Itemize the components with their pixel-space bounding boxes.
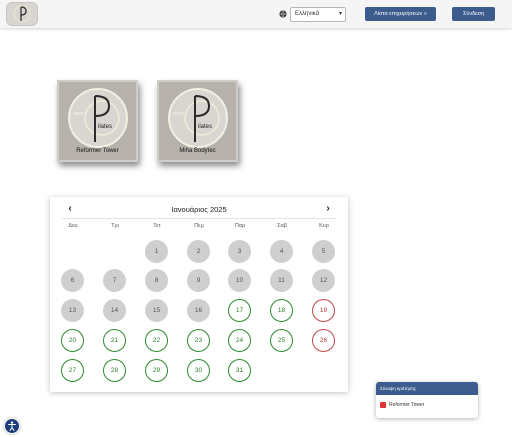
calendar-day: 15 [145, 299, 168, 322]
calendar-day[interactable]: 24 [228, 329, 251, 352]
calendar-day[interactable]: 22 [145, 329, 168, 352]
calendar-icon [380, 402, 386, 408]
chevron-down-icon: ▾ [338, 11, 342, 17]
calendar-day: 11 [270, 269, 293, 292]
calendar-day[interactable]: 21 [103, 329, 126, 352]
top-navbar: Ελληνικά ▾ Λίστα επιχειρήσεων » Σύνδεση [0, 0, 512, 28]
calendar-day: 1 [145, 240, 168, 263]
calendar-month-title: Ιανουάριος 2025 [171, 205, 227, 214]
weekday-label: Δευ [68, 223, 78, 229]
calendar-day[interactable]: 30 [187, 359, 210, 382]
calendar-day: 2 [187, 240, 210, 263]
logo-mark-icon [13, 5, 31, 23]
calendar-day[interactable]: 31 [228, 359, 251, 382]
calendar-day: 6 [61, 269, 84, 292]
calendar-day: 16 [187, 299, 210, 322]
service-label: Miha Bodytec [179, 148, 216, 154]
weekday-row: Δευ Τρι Τετ Πεμ Παρ Σαβ Κυρ [50, 223, 348, 233]
calendar-day: 13 [61, 299, 84, 322]
calendar-day: 7 [103, 269, 126, 292]
booking-summary-item-label: Reformer Tower [389, 402, 425, 408]
calendar-day[interactable]: 20 [61, 329, 84, 352]
language-select[interactable]: Ελληνικά ▾ [290, 7, 346, 22]
calendar-day[interactable]: 18 [270, 299, 293, 322]
weekday-label: Κυρ [319, 223, 329, 229]
svg-text:ilates: ilates [198, 124, 212, 130]
calendar-day: 12 [312, 269, 335, 292]
studio-logo[interactable] [6, 2, 38, 26]
business-list-button[interactable]: Λίστα επιχειρήσεων » [365, 7, 436, 21]
service-label: Reformer Tower [76, 148, 119, 154]
accessibility-icon [8, 421, 16, 431]
calendar-day: 9 [187, 269, 210, 292]
svg-text:ilates: ilates [98, 124, 112, 130]
calendar-day[interactable]: 23 [187, 329, 210, 352]
calendar-day: 19 [312, 299, 335, 322]
calendar-day: 14 [103, 299, 126, 322]
calendar-header: ‹ Ιανουάριος 2025 › [62, 201, 336, 219]
chevron-right-icon[interactable]: › [322, 203, 334, 214]
calendar-day[interactable]: 27 [61, 359, 84, 382]
calendar-day[interactable]: 29 [145, 359, 168, 382]
pilates-logo-image: ance ilates [68, 88, 128, 148]
calendar-day: 3 [228, 240, 251, 263]
booking-summary-panel: Σύνοψη κράτησης Reformer Tower [376, 382, 478, 418]
accessibility-button[interactable] [4, 418, 20, 434]
weekday-label: Σαβ [277, 223, 287, 229]
calendar-day[interactable]: 28 [103, 359, 126, 382]
calendar-day: 8 [145, 269, 168, 292]
booking-calendar: ‹ Ιανουάριος 2025 › Δευ Τρι Τετ Πεμ Παρ Σαβ Κυ… [50, 197, 348, 392]
login-button[interactable]: Σύνδεση [452, 7, 495, 21]
service-card-miha-bodytec[interactable]: ance ilates Miha Bodytec [157, 80, 238, 162]
pilates-logo-image: ance ilates [168, 88, 228, 148]
weekday-label: Πεμ [194, 223, 204, 229]
calendar-day: 4 [270, 240, 293, 263]
weekday-label: Τρι [111, 223, 119, 229]
language-value: Ελληνικά [295, 11, 320, 17]
svg-text:ance: ance [173, 111, 184, 117]
calendar-day[interactable]: 17 [228, 299, 251, 322]
weekday-label: Παρ [234, 223, 246, 229]
booking-summary-item[interactable]: Reformer Tower [380, 402, 424, 408]
weekday-label: Τετ [153, 223, 161, 229]
service-card-reformer-tower[interactable]: ance ilates Reformer Tower [57, 80, 138, 162]
svg-text:ance: ance [73, 111, 84, 117]
calendar-day: 10 [228, 269, 251, 292]
calendar-day[interactable]: 25 [270, 329, 293, 352]
calendar-day: 26 [312, 329, 335, 352]
booking-summary-title: Σύνοψη κράτησης [376, 382, 478, 395]
globe-icon [279, 10, 287, 18]
calendar-day: 5 [312, 240, 335, 263]
